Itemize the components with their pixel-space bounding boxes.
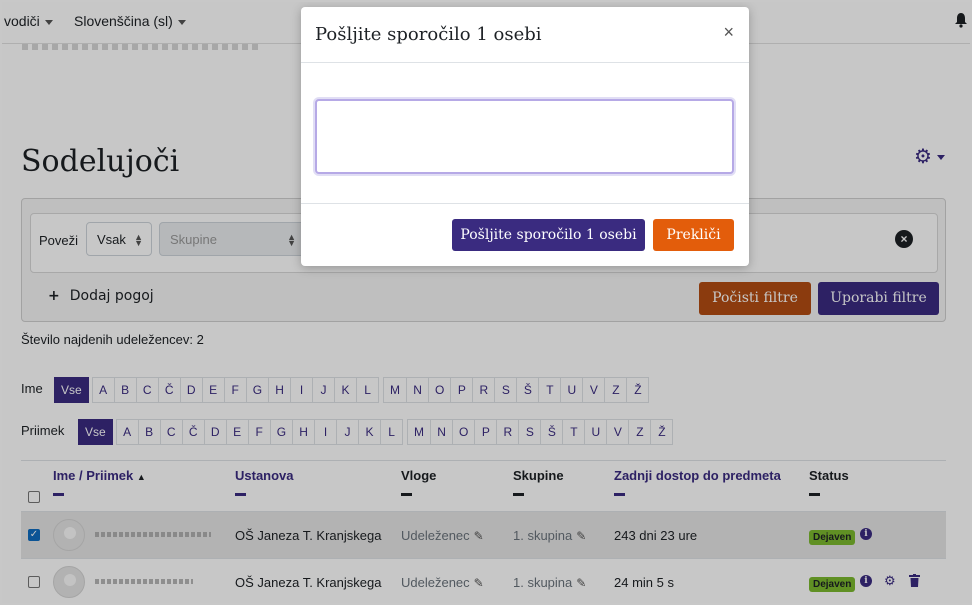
send-message-button[interactable]: Pošljite sporočilo 1 osebi <box>452 219 645 251</box>
dialog-title: Pošljite sporočilo 1 osebi <box>315 24 542 45</box>
send-message-dialog: Pošljite sporočilo 1 osebi × Pošljite sp… <box>301 7 749 266</box>
divider <box>301 203 749 204</box>
page-frame: vodiči Slovenščina (sl) Sodelujoči ⚙ Pov… <box>0 0 972 605</box>
message-textarea[interactable] <box>315 99 734 174</box>
divider <box>301 62 749 63</box>
cancel-button[interactable]: Prekliči <box>653 219 734 251</box>
close-icon[interactable]: × <box>723 22 734 43</box>
